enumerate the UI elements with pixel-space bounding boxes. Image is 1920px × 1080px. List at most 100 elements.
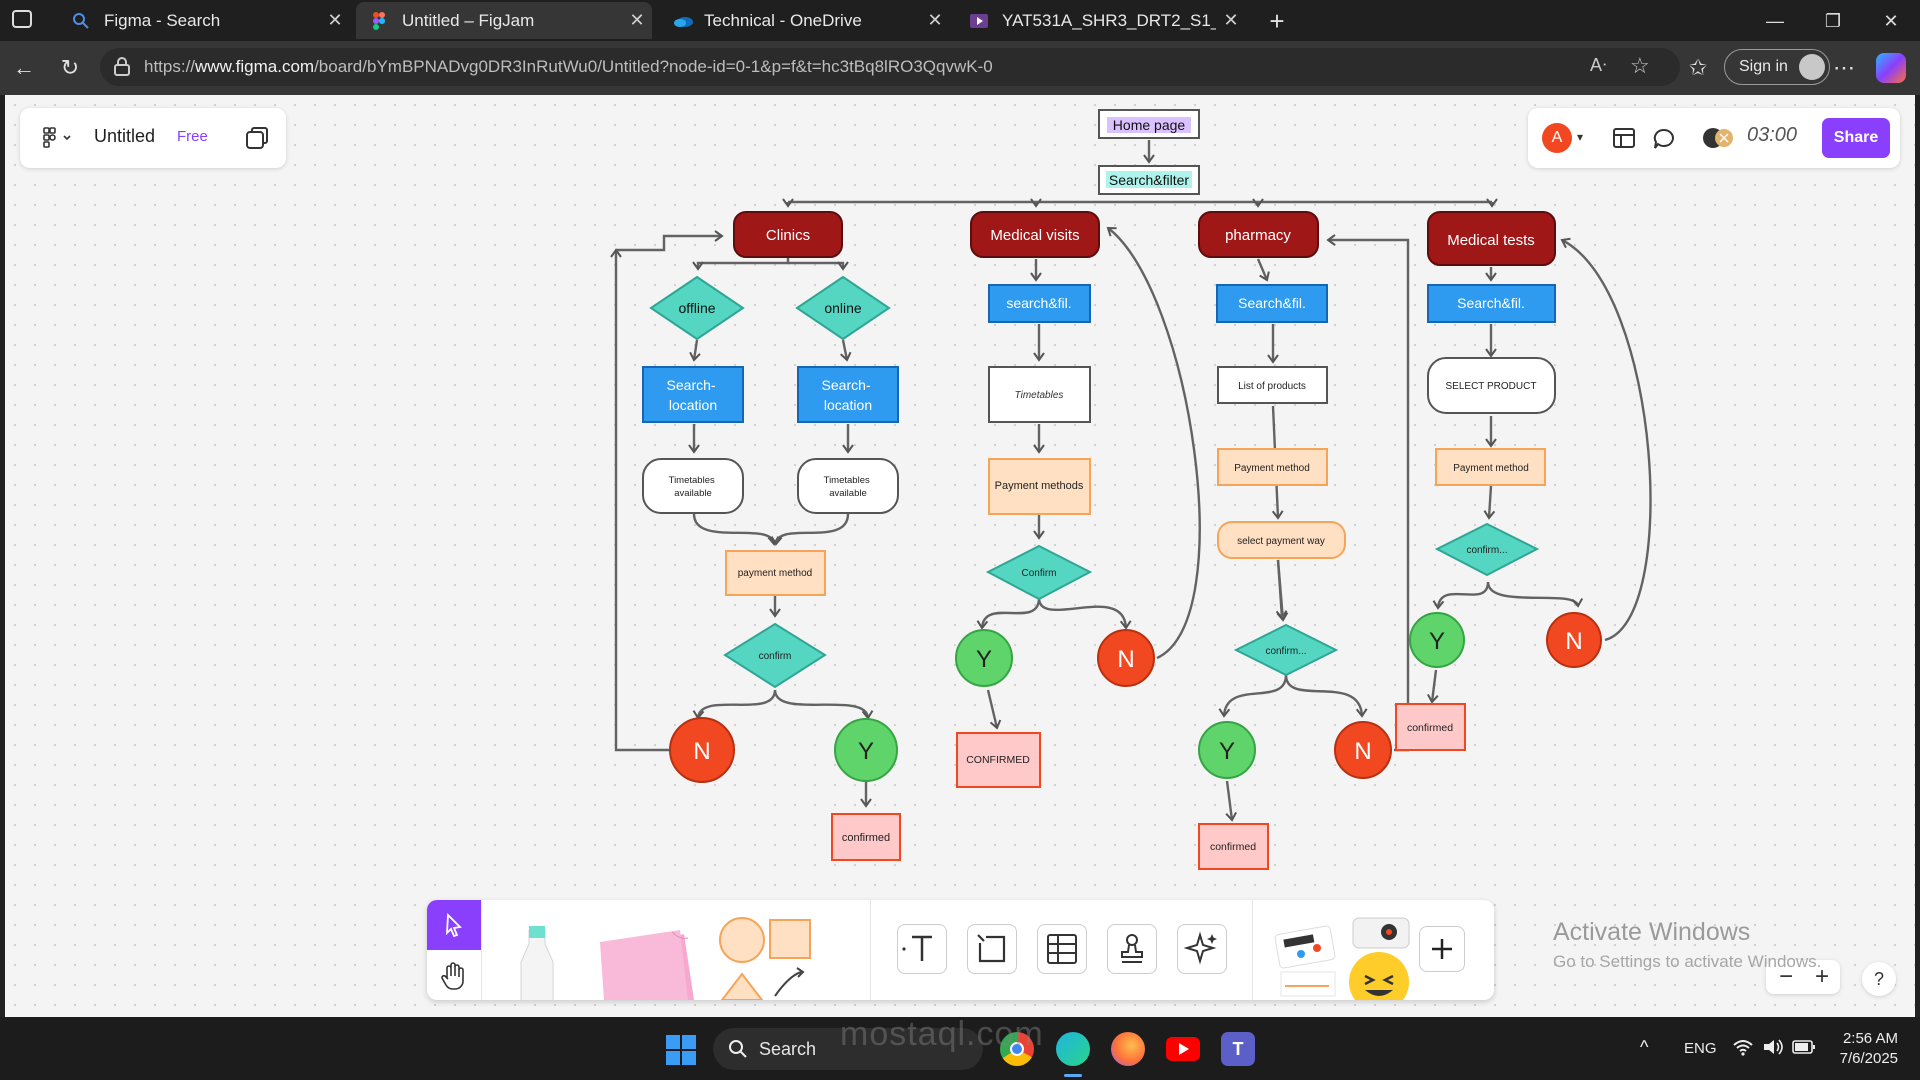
confirm-decision[interactable]: confirm — [723, 622, 827, 689]
search-filter-node[interactable]: Search&fil. — [1427, 284, 1556, 323]
select-tool-button[interactable] — [427, 900, 481, 950]
no-node[interactable]: N — [1546, 612, 1602, 668]
list-of-products-node[interactable]: List of products — [1217, 366, 1328, 404]
label-line-1: Timetables — [824, 475, 870, 486]
confirmed-node[interactable]: CONFIRMED — [956, 732, 1041, 788]
wifi-icon[interactable] — [1732, 1037, 1754, 1062]
yes-node[interactable]: Y — [1198, 721, 1256, 779]
confirm-decision[interactable]: Confirm — [985, 544, 1093, 601]
yes-node[interactable]: Y — [834, 718, 898, 782]
clinics-node[interactable]: Clinics — [733, 211, 843, 258]
teams-icon[interactable]: T — [1221, 1032, 1255, 1066]
medical-tests-node[interactable]: Medical tests — [1427, 211, 1556, 266]
confirm-decision[interactable]: confirm... — [1434, 522, 1540, 577]
node-label: Clinics — [766, 227, 810, 244]
youtube-icon[interactable] — [1166, 1037, 1200, 1061]
search-filter-node[interactable]: Search&fil. — [1216, 284, 1328, 323]
confirmed-node[interactable]: confirmed — [831, 813, 901, 861]
timetables-node[interactable]: Timetables available — [797, 458, 899, 514]
node-label: CONFIRMED — [966, 754, 1030, 766]
volume-icon[interactable] — [1762, 1037, 1784, 1062]
node-label: Timetables — [1015, 390, 1064, 401]
hand-tool-button[interactable] — [427, 950, 481, 1000]
add-more-tools-button[interactable] — [1419, 926, 1465, 972]
home-page-node[interactable]: Home page — [1098, 109, 1200, 139]
search-filter-node[interactable]: Search&filter — [1098, 165, 1200, 195]
activate-windows-title: Activate Windows — [1553, 918, 1751, 946]
online-decision[interactable]: online — [795, 275, 891, 341]
search-location-node[interactable]: Search- location — [642, 366, 744, 423]
confirm-decision[interactable]: confirm... — [1233, 623, 1339, 677]
help-button[interactable]: ? — [1862, 962, 1896, 996]
stamp-tool-icon[interactable] — [1107, 924, 1157, 974]
divider — [1252, 900, 1253, 1000]
node-label: N — [1117, 646, 1134, 673]
label-line-2: available — [674, 488, 712, 499]
system-clock[interactable]: 2:56 AM 7/6/2025 — [1830, 1029, 1898, 1069]
node-label: SELECT PRODUCT — [1446, 381, 1537, 392]
battery-icon[interactable] — [1792, 1039, 1816, 1060]
watermark-text: mostaql.com — [840, 1015, 1044, 1053]
node-label: Search&fil. — [1457, 295, 1525, 311]
marker-tool-icon[interactable] — [507, 922, 577, 1000]
yes-node[interactable]: Y — [1409, 612, 1465, 668]
search-filter-node[interactable]: search&fil. — [988, 284, 1091, 323]
select-product-node[interactable]: SELECT PRODUCT — [1427, 357, 1556, 414]
figjam-toolbar — [427, 900, 1494, 1000]
node-label: confirm... — [1466, 545, 1507, 556]
node-label: confirm... — [1265, 646, 1306, 657]
medical-visits-node[interactable]: Medical visits — [970, 211, 1100, 258]
payment-method-node[interactable]: Payment method — [1435, 448, 1546, 486]
node-label: pharmacy — [1225, 227, 1291, 244]
node-label: N — [1354, 738, 1371, 765]
payment-method-node[interactable]: payment method — [725, 550, 826, 596]
no-node[interactable]: N — [1334, 721, 1392, 779]
firefox-icon[interactable] — [1111, 1032, 1145, 1066]
node-label: offline — [678, 300, 715, 316]
node-label: Y — [1219, 738, 1235, 765]
node-label: Search&fil. — [1238, 295, 1306, 311]
confirmed-node[interactable]: confirmed — [1395, 703, 1466, 751]
payment-method-node[interactable]: Payment method — [1217, 448, 1328, 486]
ai-sparkle-tool-icon[interactable] — [1177, 924, 1227, 974]
node-label: confirmed — [1210, 841, 1256, 853]
no-node[interactable]: N — [1097, 629, 1155, 687]
sticky-note-tool-icon[interactable] — [592, 920, 702, 1000]
node-label: confirmed — [842, 832, 890, 844]
offline-decision[interactable]: offline — [649, 275, 745, 341]
pharmacy-node[interactable]: pharmacy — [1198, 211, 1319, 258]
clock-date: 7/6/2025 — [1839, 1050, 1898, 1067]
payment-methods-node[interactable]: Payment methods — [988, 458, 1091, 515]
no-node[interactable]: N — [669, 717, 735, 783]
edge-browser-icon[interactable] — [1056, 1032, 1090, 1066]
node-label: Confirm — [1021, 568, 1056, 579]
widgets-emoji-icon[interactable] — [1343, 914, 1423, 1000]
table-tool-icon[interactable] — [1037, 924, 1087, 974]
active-app-indicator — [1064, 1074, 1082, 1077]
label-line-2: available — [829, 488, 867, 499]
node-label: Medical tests — [1447, 232, 1535, 249]
node-label: Y — [976, 646, 992, 673]
node-label: search&fil. — [1006, 295, 1071, 311]
yes-node[interactable]: Y — [955, 629, 1013, 687]
chevron-up-icon[interactable]: ^ — [1640, 1037, 1648, 1058]
node-label: confirmed — [1407, 722, 1453, 734]
templates-icon[interactable] — [1273, 920, 1343, 1000]
search-location-node[interactable]: Search- location — [797, 366, 899, 423]
node-label: N — [693, 738, 710, 765]
timetables-node[interactable]: Timetables — [988, 366, 1091, 423]
node-label: List of products — [1238, 381, 1306, 392]
shapes-tool-icon[interactable] — [717, 916, 837, 1000]
windows-start-icon[interactable] — [666, 1035, 696, 1065]
node-label: Payment method — [1234, 463, 1310, 474]
node-label: payment method — [738, 568, 813, 579]
confirmed-node[interactable]: confirmed — [1198, 823, 1269, 870]
node-label: confirm — [759, 651, 792, 662]
language-indicator[interactable]: ENG — [1684, 1040, 1717, 1057]
text-tool-icon[interactable] — [897, 924, 947, 974]
select-payment-way-node[interactable]: select payment way — [1217, 521, 1346, 559]
timetables-node[interactable]: Timetables available — [642, 458, 744, 514]
section-tool-icon[interactable] — [967, 924, 1017, 974]
node-label: Payment methods — [995, 480, 1084, 492]
label-line-2: location — [824, 397, 872, 413]
